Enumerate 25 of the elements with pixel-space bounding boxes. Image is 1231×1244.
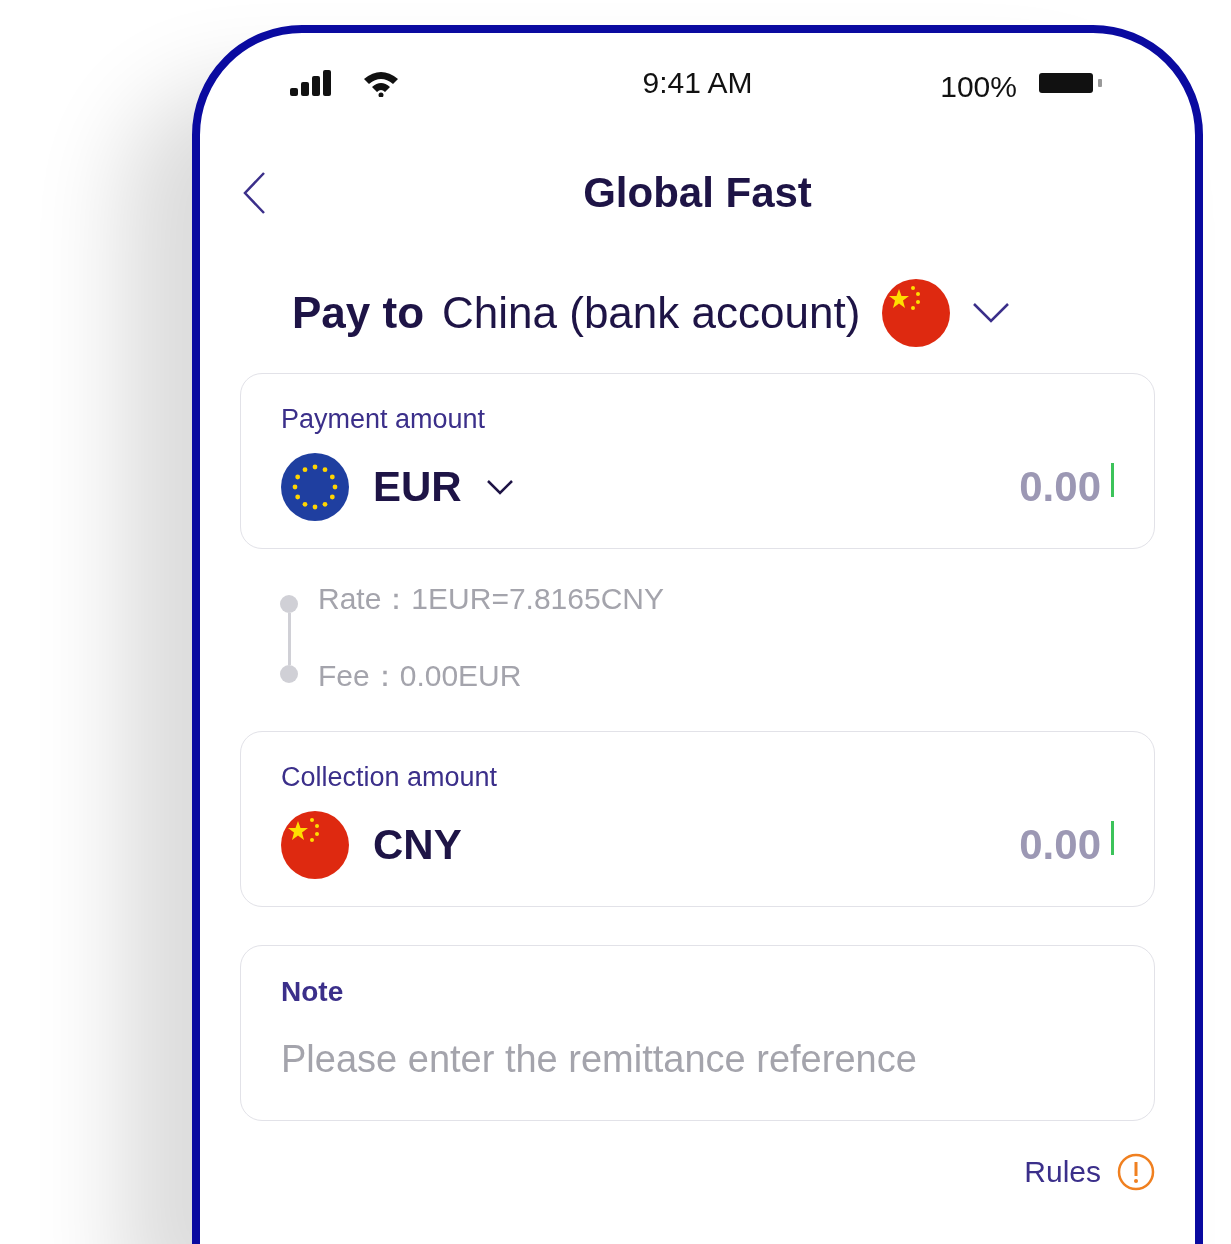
chevron-down-icon (972, 302, 1011, 324)
amount-label: Payment amount (281, 404, 487, 435)
rate-info-text: Fee：0.00EUR (318, 658, 523, 694)
note-label: Note (281, 976, 345, 1008)
text-cursor (1111, 463, 1114, 497)
pay-to-label: Pay to (292, 288, 425, 338)
rules-link[interactable]: Rules (1024, 1155, 1101, 1189)
flag-icon (281, 453, 349, 521)
destination-selector[interactable]: China (bank account) (442, 279, 1011, 347)
signal-icon (290, 70, 334, 96)
battery-percentage: 100% (940, 70, 1017, 104)
currency-selector[interactable]: CNY (281, 811, 462, 879)
info-icon (1117, 1153, 1155, 1191)
amount-label: Collection amount (281, 762, 499, 793)
flag-icon (882, 279, 951, 347)
rate-info-text: Rate：1EUR=7.8165CNY (318, 581, 664, 617)
page-title: Global Fast (582, 169, 813, 217)
text-cursor (1111, 821, 1114, 855)
currency-selector[interactable]: EUR (281, 453, 514, 521)
flag-icon (281, 811, 349, 879)
chevron-down-icon (485, 479, 514, 495)
wifi-icon (362, 69, 400, 97)
battery-icon (1039, 72, 1105, 94)
status-time: 9:41 AM (641, 66, 754, 100)
note-field[interactable]: Please enter the remittance reference (281, 1038, 1114, 1081)
